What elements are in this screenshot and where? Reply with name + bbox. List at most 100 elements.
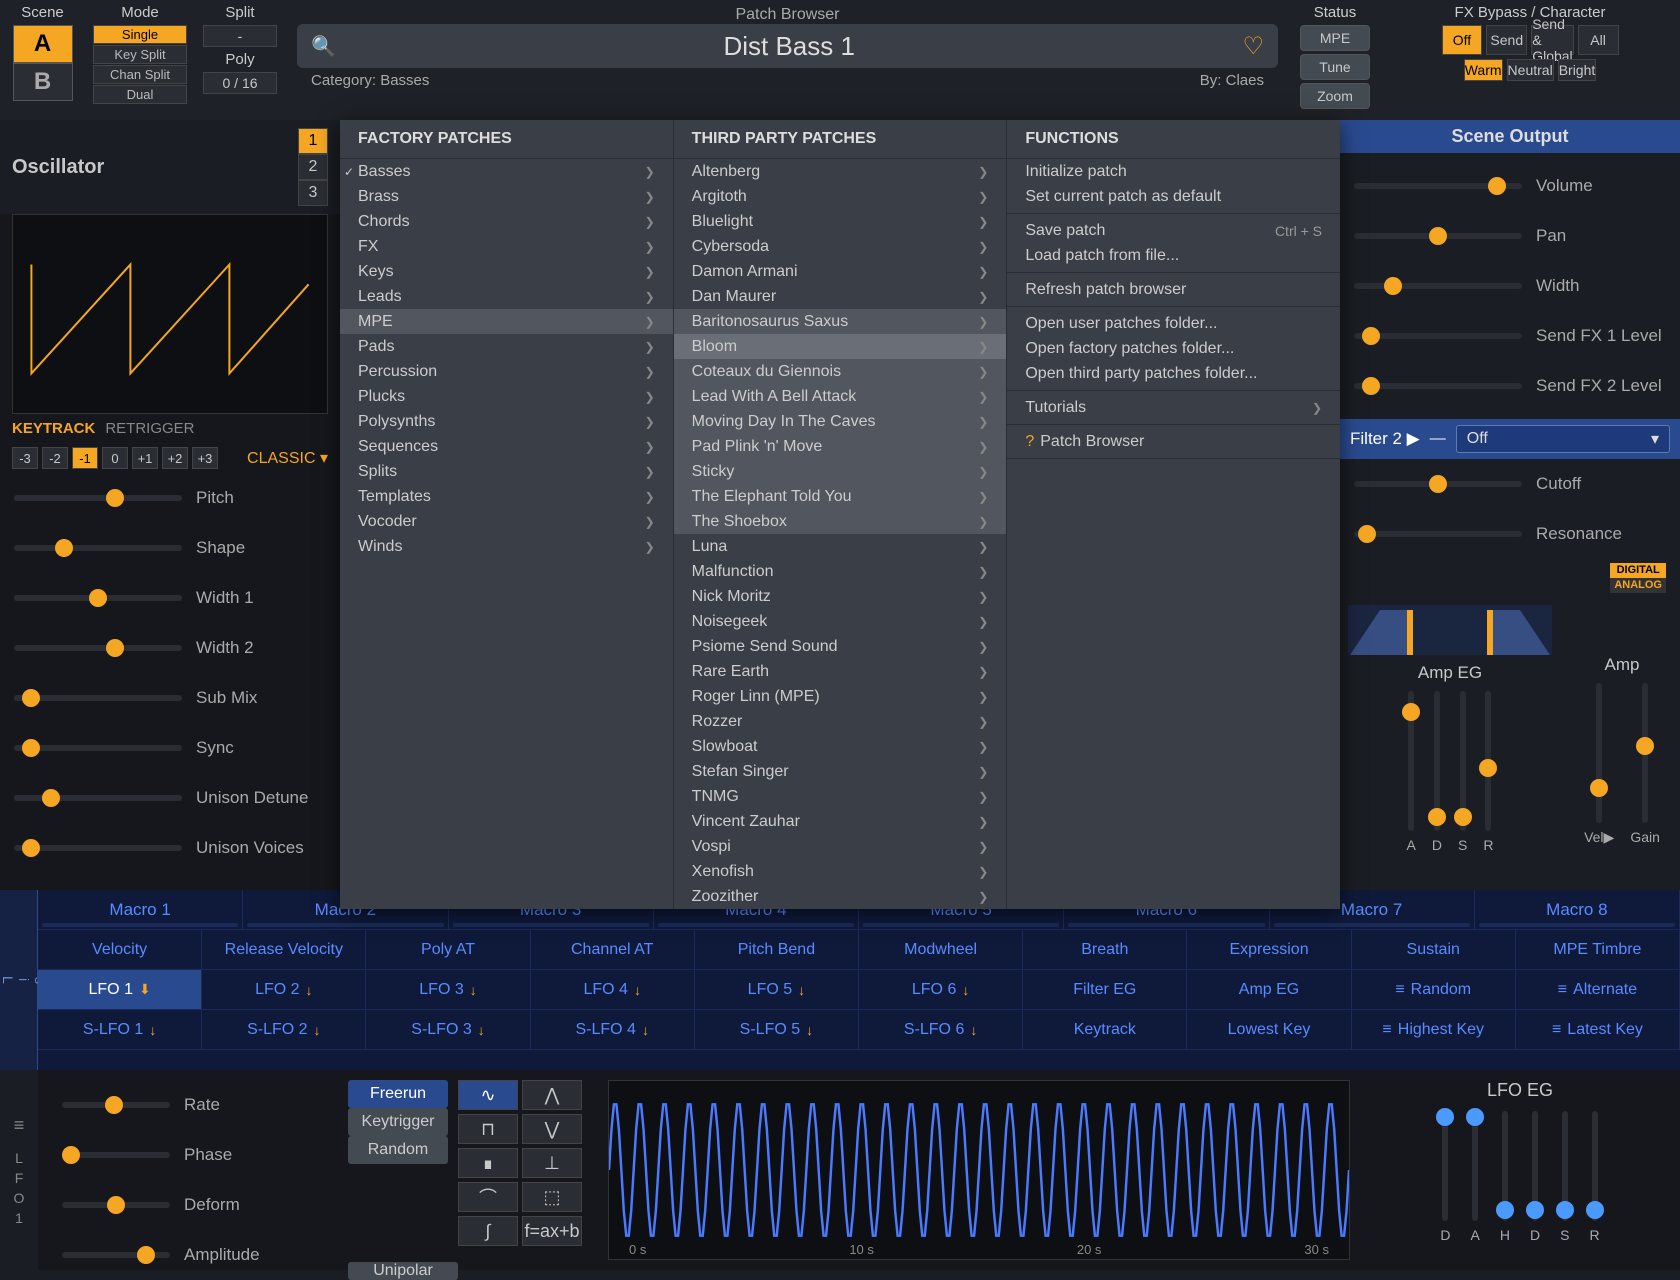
factory-brass[interactable]: Brass❯ (340, 184, 673, 209)
lfo-eg-a1[interactable]: A (1471, 1111, 1480, 1243)
osc-3[interactable]: 3 (298, 180, 328, 206)
factory-chords[interactable]: Chords❯ (340, 209, 673, 234)
src-modwheel[interactable]: Modwheel (859, 930, 1023, 969)
scene-a-button[interactable]: A (13, 25, 73, 63)
factory-sequences[interactable]: Sequences❯ (340, 434, 673, 459)
patch-display[interactable]: 🔍 Dist Bass 1 ♡ (297, 24, 1278, 68)
lfo-eg-d3[interactable]: D (1530, 1111, 1540, 1243)
osc-pitch-track[interactable] (14, 495, 182, 501)
lfo-tab[interactable]: ≡ LFO1 (0, 1070, 38, 1270)
octave-3[interactable]: -3 (12, 447, 38, 469)
adsr-d[interactable]: D (1432, 691, 1442, 853)
src-s-lfo-1[interactable]: S-LFO 1↓ (38, 1010, 202, 1049)
lfo-phase-track[interactable] (62, 1152, 170, 1158)
src-s-lfo-2[interactable]: S-LFO 2↓ (202, 1010, 366, 1049)
lfo-scope[interactable]: 0 s10 s20 s30 s (608, 1080, 1350, 1260)
tp-stefan-singer[interactable]: Stefan Singer❯ (674, 759, 1007, 784)
src-mpe-timbre[interactable]: MPE Timbre (1516, 930, 1680, 969)
src-alternate[interactable]: ≡Alternate (1516, 970, 1680, 1009)
factory-winds[interactable]: Winds❯ (340, 534, 673, 559)
favorite-icon[interactable]: ♡ (1242, 32, 1264, 61)
src-release-velocity[interactable]: Release Velocity (202, 930, 366, 969)
factory-leads[interactable]: Leads❯ (340, 284, 673, 309)
tp-argitoth[interactable]: Argitoth❯ (674, 184, 1007, 209)
osc-sync-thumb[interactable] (22, 739, 40, 757)
vel-slider[interactable]: Vel▶ (1584, 683, 1614, 846)
osc-width-2-track[interactable] (14, 645, 182, 651)
lfo-shape-8[interactable]: ∫ (458, 1216, 518, 1246)
filter2-label[interactable]: Filter 2 ▶ (1350, 429, 1420, 449)
octave-2[interactable]: -2 (42, 447, 68, 469)
status-mpe[interactable]: MPE (1300, 25, 1370, 51)
src-sustain[interactable]: Sustain (1352, 930, 1516, 969)
osc-sub-mix-thumb[interactable] (22, 689, 40, 707)
fn-refresh-patch-browser[interactable]: Refresh patch browser (1007, 277, 1340, 302)
lfo-shape-1[interactable]: ⋀ (522, 1080, 582, 1110)
scene-pan-thumb[interactable] (1429, 227, 1447, 245)
filter2-selector[interactable]: Off▾ (1456, 425, 1670, 453)
tp-nick-moritz[interactable]: Nick Moritz❯ (674, 584, 1007, 609)
octave+1[interactable]: +1 (132, 447, 158, 469)
scene-send-fx-1-level-thumb[interactable] (1362, 327, 1380, 345)
src-lfo-6[interactable]: LFO 6↓ (859, 970, 1023, 1009)
retrigger-toggle[interactable]: RETRIGGER (105, 420, 194, 437)
osc-shape-thumb[interactable] (55, 539, 73, 557)
adsr-a[interactable]: A (1407, 691, 1416, 853)
osc-2[interactable]: 2 (298, 154, 328, 180)
scene-volume-track[interactable] (1354, 183, 1522, 189)
amp-eg-graph[interactable] (1348, 605, 1552, 655)
factory-splits[interactable]: Splits❯ (340, 459, 673, 484)
osc-1[interactable]: 1 (298, 128, 328, 154)
factory-templates[interactable]: Templates❯ (340, 484, 673, 509)
scene-width-thumb[interactable] (1384, 277, 1402, 295)
src-lfo-5[interactable]: LFO 5↓ (695, 970, 859, 1009)
src-pitch-bend[interactable]: Pitch Bend (695, 930, 859, 969)
osc-pitch-thumb[interactable] (106, 489, 124, 507)
lfo-deform-thumb[interactable] (107, 1196, 125, 1214)
scene-pan-track[interactable] (1354, 233, 1522, 239)
lfo-amplitude-thumb[interactable] (137, 1246, 155, 1264)
lfo-shape-7[interactable]: ⬚ (522, 1182, 582, 1212)
osc-sub-mix-track[interactable] (14, 695, 182, 701)
src-latest-key[interactable]: ≡Latest Key (1516, 1010, 1680, 1049)
tp-tnmg[interactable]: TNMG❯ (674, 784, 1007, 809)
lfo-mode-freerun[interactable]: Freerun (348, 1080, 448, 1108)
src-lfo-1[interactable]: LFO 1⬇ (38, 970, 202, 1009)
src-s-lfo-4[interactable]: S-LFO 4↓ (531, 1010, 695, 1049)
tp-xenofish[interactable]: Xenofish❯ (674, 859, 1007, 884)
f2-resonance-track[interactable] (1354, 531, 1522, 537)
fn-open-third-party-patches-folder---[interactable]: Open third party patches folder... (1007, 361, 1340, 386)
lfo-shape-5[interactable]: ⊥ (522, 1148, 582, 1178)
lfo-deform-track[interactable] (62, 1202, 170, 1208)
factory-mpe[interactable]: MPE❯ (340, 309, 673, 334)
osc-type-selector[interactable]: CLASSIC ▾ (247, 448, 328, 468)
tp-roger-linn--mpe-[interactable]: Roger Linn (MPE)❯ (674, 684, 1007, 709)
fn-patch-browser[interactable]: ?Patch Browser (1007, 429, 1340, 454)
lfo-amplitude-track[interactable] (62, 1252, 170, 1258)
osc-width-2-thumb[interactable] (106, 639, 124, 657)
fx-sendglobal[interactable]: Send & Global (1531, 25, 1573, 55)
src-filter-eg[interactable]: Filter EG (1023, 970, 1187, 1009)
osc-unison-voices-thumb[interactable] (22, 839, 40, 857)
lfo-eg-r5[interactable]: R (1589, 1111, 1599, 1243)
tp-zoozither[interactable]: Zoozither❯ (674, 884, 1007, 909)
osc-unison-detune-track[interactable] (14, 795, 182, 801)
tp-vincent-zauhar[interactable]: Vincent Zauhar❯ (674, 809, 1007, 834)
factory-keys[interactable]: Keys❯ (340, 259, 673, 284)
macro-8[interactable]: Macro 8 (1475, 890, 1680, 929)
src-amp-eg[interactable]: Amp EG (1187, 970, 1351, 1009)
mode-single[interactable]: Single (93, 25, 187, 44)
status-zoom[interactable]: Zoom (1300, 83, 1370, 109)
factory-pads[interactable]: Pads❯ (340, 334, 673, 359)
osc-unison-voices-track[interactable] (14, 845, 182, 851)
scene-send-fx-2-level-thumb[interactable] (1362, 377, 1380, 395)
factory-plucks[interactable]: Plucks❯ (340, 384, 673, 409)
lfo-shape-6[interactable]: ⌒ (458, 1182, 518, 1212)
scene-b-button[interactable]: B (13, 63, 73, 101)
lfo-phase-thumb[interactable] (62, 1146, 80, 1164)
tp-slowboat[interactable]: Slowboat❯ (674, 734, 1007, 759)
gain-slider[interactable]: Gain (1630, 683, 1660, 846)
status-tune[interactable]: Tune (1300, 54, 1370, 80)
src-s-lfo-3[interactable]: S-LFO 3↓ (366, 1010, 530, 1049)
keytrack-toggle[interactable]: KEYTRACK (12, 420, 95, 437)
